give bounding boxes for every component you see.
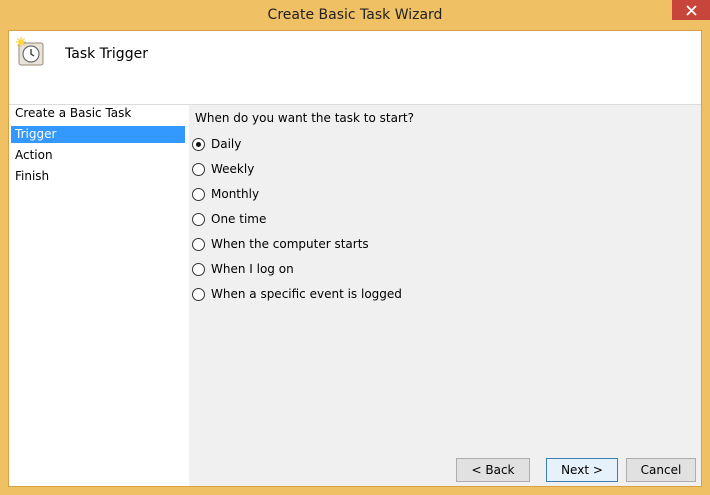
back-button[interactable]: < Back [456, 458, 530, 482]
radio-button[interactable] [192, 212, 205, 226]
radio-label: One time [211, 212, 267, 226]
wizard-header: Task Trigger [9, 31, 701, 105]
page-title: Task Trigger [65, 46, 148, 62]
radio-daily[interactable]: Daily [192, 135, 241, 153]
radio-button[interactable] [192, 287, 205, 301]
radio-label: Monthly [211, 187, 260, 201]
radio-button[interactable] [192, 262, 205, 276]
radio-monthly[interactable]: Monthly [192, 185, 259, 203]
sidebar-item-finish[interactable]: Finish [11, 168, 185, 185]
window-title: Create Basic Task Wizard [267, 7, 443, 23]
sidebar-item-create-basic-task[interactable]: Create a Basic Task [11, 105, 185, 122]
radio-weekly[interactable]: Weekly [192, 160, 254, 178]
trigger-question: When do you want the task to start? [195, 111, 414, 125]
radio-label: Daily [211, 137, 242, 151]
trigger-options-panel: When do you want the task to start? Dail… [189, 105, 701, 486]
close-icon [685, 4, 697, 16]
radio-button[interactable] [192, 137, 205, 151]
radio-label: Weekly [211, 162, 255, 176]
radio-log-on[interactable]: When I log on [192, 260, 294, 278]
radio-button[interactable] [192, 162, 205, 176]
radio-button[interactable] [192, 237, 205, 251]
clock-icon [16, 37, 44, 66]
radio-event-logged[interactable]: When a specific event is logged [192, 285, 402, 303]
radio-label: When the computer starts [211, 237, 369, 251]
radio-label: When I log on [211, 262, 294, 276]
radio-one-time[interactable]: One time [192, 210, 266, 228]
radio-button[interactable] [192, 187, 205, 201]
radio-label: When a specific event is logged [211, 287, 402, 301]
radio-computer-starts[interactable]: When the computer starts [192, 235, 369, 253]
close-button[interactable] [672, 0, 710, 20]
sidebar-item-action[interactable]: Action [11, 147, 185, 164]
cancel-button[interactable]: Cancel [626, 458, 696, 482]
title-bar[interactable]: Create Basic Task Wizard [0, 0, 710, 30]
next-button[interactable]: Next > [546, 458, 618, 482]
sidebar-item-trigger[interactable]: Trigger [11, 126, 185, 143]
wizard-client-area: Task Trigger Create a Basic Task Trigger… [8, 30, 702, 487]
wizard-window: Create Basic Task Wizard Task Trigger Cr… [0, 0, 710, 495]
wizard-steps-sidebar: Create a Basic Task Trigger Action Finis… [9, 105, 189, 486]
